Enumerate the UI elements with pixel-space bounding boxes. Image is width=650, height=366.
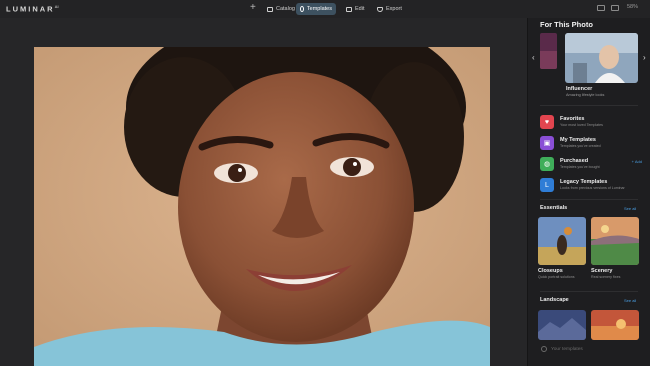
- app-logo: LUMINARAI: [6, 4, 59, 14]
- tile-title-scenery: Scenery: [591, 268, 613, 274]
- category-favorites[interactable]: ♥ Favorites Your most loved Templates: [540, 115, 648, 133]
- folder-icon: [267, 6, 273, 12]
- sliders-icon: [346, 6, 352, 12]
- featured-template-subtitle: Amazing lifestyle looks: [566, 93, 605, 97]
- zoom-level[interactable]: 58%: [627, 4, 638, 10]
- add-photos-button[interactable]: +: [250, 3, 256, 13]
- tab-catalog[interactable]: Catalog: [263, 3, 299, 15]
- section-title-landscape: Landscape: [540, 297, 569, 303]
- compare-view-icon[interactable]: [597, 5, 605, 11]
- divider: [540, 291, 638, 292]
- influencer-image: [565, 33, 638, 83]
- template-tile-closeups[interactable]: [538, 217, 586, 265]
- featured-template-title: Influencer: [566, 86, 593, 92]
- top-bar: LUMINARAI + Catalog Templates Edit Expor…: [0, 0, 650, 18]
- tab-edit[interactable]: Edit: [342, 3, 368, 15]
- bag-icon: ◍: [540, 157, 554, 171]
- heart-icon: ♥: [540, 115, 554, 129]
- add-purchased-button[interactable]: + Add: [632, 159, 642, 164]
- user-template-icon: ▣: [540, 136, 554, 150]
- category-purchased[interactable]: ◍ Purchased Templates you've bought + Ad…: [540, 157, 648, 175]
- your-templates-button[interactable]: Your templates: [541, 346, 583, 352]
- see-all-landscape-link[interactable]: See all: [624, 298, 636, 303]
- tile-subtitle-closeups: Quick portrait solutions: [538, 275, 575, 279]
- tab-export[interactable]: Export: [373, 3, 406, 15]
- template-tile-landscape-2[interactable]: [591, 310, 639, 340]
- carousel-prev-button[interactable]: ‹: [532, 53, 535, 62]
- carousel-next-button[interactable]: ›: [643, 53, 646, 62]
- landscape-image-1: [538, 310, 586, 340]
- template-tile-scenery[interactable]: [591, 217, 639, 265]
- template-tile-landscape-1[interactable]: [538, 310, 586, 340]
- tile-title-closeups: Closeups: [538, 268, 563, 274]
- see-all-essentials-link[interactable]: See all: [624, 206, 636, 211]
- image-canvas: [0, 18, 527, 366]
- landscape-image-2: [591, 310, 639, 340]
- tab-templates[interactable]: Templates: [296, 3, 336, 15]
- carousel-thumb-previous[interactable]: [540, 33, 557, 69]
- panel-toggle-icon[interactable]: [611, 5, 619, 11]
- templates-panel: For This Photo ‹ › Influencer Amazing li…: [527, 18, 650, 366]
- closeups-image: [538, 217, 586, 265]
- portrait-image: [34, 47, 490, 366]
- main-photo[interactable]: [34, 47, 490, 366]
- section-title-essentials: Essentials: [540, 205, 568, 211]
- divider: [540, 105, 638, 106]
- tile-subtitle-scenery: Real scenery fixes: [591, 275, 621, 279]
- category-my-templates[interactable]: ▣ My Templates Templates you've created: [540, 136, 648, 154]
- face-icon: [300, 6, 304, 12]
- scenery-image: [591, 217, 639, 265]
- templates-circle-icon: [541, 346, 547, 352]
- featured-template-thumb[interactable]: [565, 33, 638, 83]
- panel-title: For This Photo: [540, 20, 593, 29]
- thumb-image: [540, 33, 557, 69]
- export-icon: [377, 6, 383, 12]
- divider: [540, 199, 638, 200]
- legacy-icon: L: [540, 178, 554, 192]
- category-legacy-templates[interactable]: L Legacy Templates Looks from previous v…: [540, 178, 648, 196]
